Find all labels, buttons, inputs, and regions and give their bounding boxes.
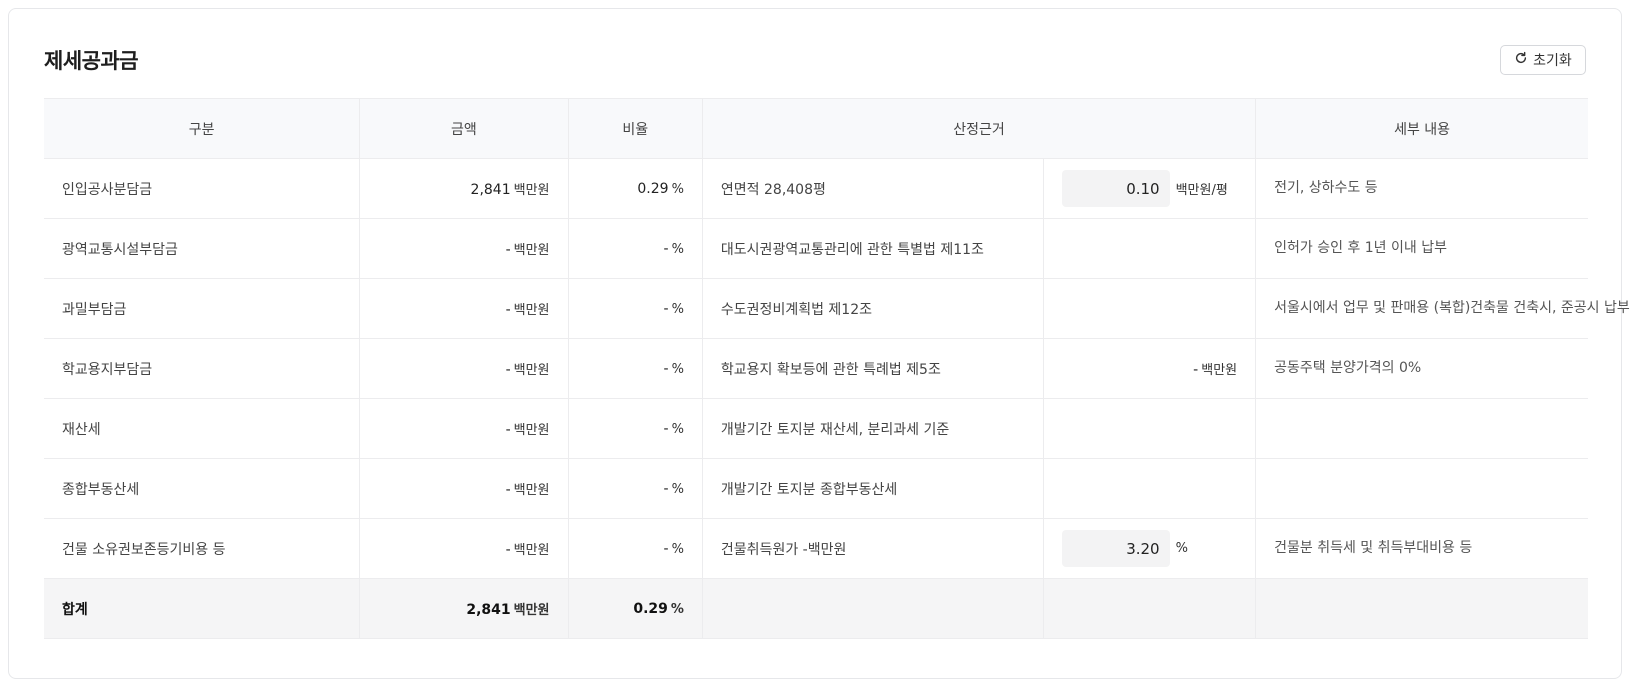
row-detail — [1255, 458, 1588, 519]
header-basis: 산정근거 — [702, 98, 1257, 159]
row-label: 인입공사분담금 — [44, 158, 361, 219]
row-amount: - 백만원 — [359, 278, 569, 339]
row-label: 과밀부담금 — [44, 278, 361, 339]
row-basis: 개발기간 토지분 종합부동산세 — [702, 458, 1044, 519]
row-detail: 건물분 취득세 및 취득부대비용 등 — [1255, 518, 1588, 579]
table-header-row: 구분 금액 비율 산정근거 세부 내용 — [44, 98, 1588, 159]
row-ratio: -% — [568, 398, 703, 459]
unit-price-input[interactable] — [1061, 170, 1170, 207]
table-row: 학교용지부담금 - 백만원 -% 학교용지 확보등에 관한 특례법 제5조 - 백만… — [44, 338, 1588, 399]
tax-table: 구분 금액 비율 산정근거 세부 내용 인입공사분담금 2,841 백만원 0.2… — [44, 98, 1630, 639]
row-basis: 수도권정비계획법 제12조 — [702, 278, 1044, 339]
row-input-cell: % — [1043, 518, 1257, 579]
total-empty-cell — [1043, 578, 1257, 639]
row-input-cell — [1043, 218, 1257, 279]
header-detail: 세부 내용 — [1255, 98, 1588, 159]
row-input-cell — [1043, 278, 1257, 339]
row-basis: 개발기간 토지분 재산세, 분리과세 기준 — [702, 398, 1044, 459]
row-input-cell: 백만원/평 — [1043, 158, 1257, 219]
card-title: 제세공과금 — [44, 49, 139, 73]
row-ratio: -% — [568, 338, 703, 399]
row-input-cell — [1043, 458, 1257, 519]
rate-input[interactable] — [1061, 530, 1170, 567]
row-input-cell — [1043, 398, 1257, 459]
row-basis: 대도시권광역교통관리에 관한 특별법 제11조 — [702, 218, 1044, 279]
row-extra-value: - 백만원 — [1043, 338, 1257, 399]
total-amount: 2,841 백만원 — [359, 578, 569, 639]
table-row: 과밀부담금 - 백만원 -% 수도권정비계획법 제12조 서울시에서 업무 및 판… — [44, 278, 1630, 339]
reset-button[interactable]: 초기화 — [1500, 45, 1586, 75]
row-amount: 2,841 백만원 — [359, 158, 569, 219]
row-ratio: 0.29% — [568, 158, 703, 219]
table-row: 건물 소유권보존등기비용 등 -백만원 -% 건물취득원가 -백만원 % 건물분… — [44, 518, 1588, 579]
row-ratio: -% — [568, 458, 703, 519]
reset-label: 초기화 — [1533, 53, 1572, 69]
row-amount: - 백만원 — [359, 518, 569, 579]
table-row: 종합부동산세 - 백만원 -% 개발기간 토지분 종합부동산세 — [44, 458, 1588, 519]
total-ratio: 0.29% — [568, 578, 703, 639]
row-ratio: -% — [568, 278, 703, 339]
row-label: 광역교통시설부담금 — [44, 218, 361, 279]
total-empty-cell — [702, 578, 1044, 639]
row-label: 종합부동산세 — [44, 458, 361, 519]
input-unit: % — [1175, 541, 1188, 556]
input-unit: 백만원/평 — [1175, 183, 1228, 198]
row-detail: 공동주택 분양가격의 0% — [1255, 338, 1588, 399]
row-detail — [1255, 398, 1588, 459]
row-amount: - 백만원 — [359, 458, 569, 519]
table-row: 인입공사분담금 2,841백만원 0.29% 연면적 28,408평 백만원/평… — [44, 158, 1588, 219]
total-label: 합계 — [44, 578, 361, 639]
row-detail: 인허가 승인 후 1년 이내 납부 — [1255, 218, 1588, 279]
header-category: 구분 — [44, 98, 361, 159]
total-empty-cell — [1255, 578, 1588, 639]
row-amount: - 백만원 — [359, 338, 569, 399]
row-detail: 전기, 상하수도 등 — [1255, 158, 1588, 219]
row-label: 학교용지부담금 — [44, 338, 361, 399]
row-label: 재산세 — [44, 398, 361, 459]
row-ratio: -% — [568, 218, 703, 279]
row-amount: - 백만원 — [359, 398, 569, 459]
header-ratio: 비율 — [568, 98, 703, 159]
row-label: 건물 소유권보존등기비용 등 — [44, 518, 361, 579]
row-basis: 학교용지 확보등에 관한 특례법 제5조 — [702, 338, 1044, 399]
refresh-icon — [1514, 51, 1528, 69]
table-row: 광역교통시설부담금 - 백만원 -% 대도시권광역교통관리에 관한 특별법 제11… — [44, 218, 1588, 279]
tax-levies-card: 제세공과금 초기화 구분 금액 비율 산정근거 세부 내용 인입공사분담금 2,… — [8, 8, 1630, 679]
table-row: 재산세 - 백만원 -% 개발기간 토지분 재산세, 분리과세 기준 — [44, 398, 1588, 459]
row-detail: 서울시에서 업무 및 판매용 (복합)건축물 건축시, 준공시 납부 — [1255, 278, 1630, 339]
total-row: 합계 2,841 백만원 0.29% — [44, 578, 1588, 639]
row-basis: 연면적 28,408평 — [702, 158, 1044, 219]
row-basis: 건물취득원가 -백만원 — [702, 518, 1044, 579]
row-amount: - 백만원 — [359, 218, 569, 279]
row-ratio: -% — [568, 518, 703, 579]
header-amount: 금액 — [359, 98, 569, 159]
